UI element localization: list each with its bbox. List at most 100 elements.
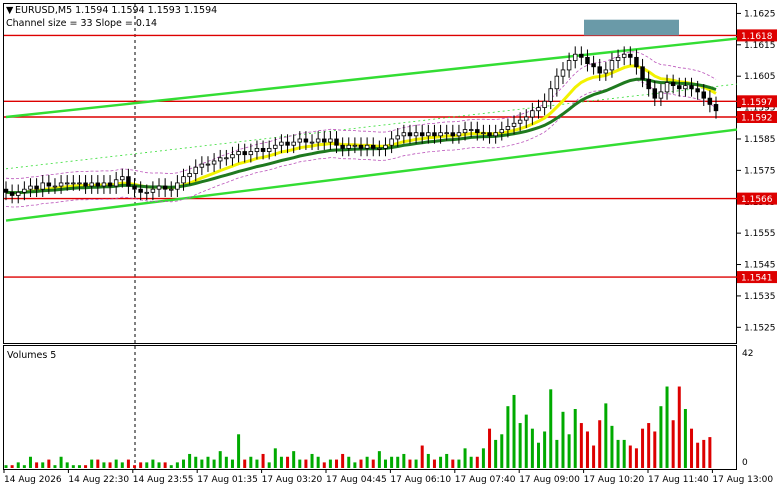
volume-bar bbox=[390, 456, 394, 468]
candle-body bbox=[352, 144, 358, 147]
volume-bar bbox=[408, 459, 412, 468]
volume-bar bbox=[169, 465, 173, 468]
volume-bar bbox=[59, 456, 63, 468]
candle-body bbox=[707, 97, 713, 105]
candle-body bbox=[634, 56, 639, 68]
volume-bar bbox=[445, 453, 449, 468]
candle-body bbox=[279, 141, 284, 146]
volume-bar bbox=[347, 456, 351, 468]
volume-bar bbox=[414, 459, 418, 468]
candle-body bbox=[377, 147, 382, 150]
candle-body bbox=[83, 182, 88, 187]
candle-body bbox=[566, 60, 572, 71]
volume-bar bbox=[224, 456, 228, 468]
volume-bar bbox=[84, 465, 88, 468]
volume-bar bbox=[341, 453, 345, 468]
volume-bar bbox=[420, 445, 424, 468]
volume-bar bbox=[335, 459, 339, 468]
volume-bar bbox=[279, 456, 283, 468]
candle-body bbox=[346, 144, 351, 149]
volume-bar bbox=[383, 459, 387, 468]
time-tick-label: 17 Aug 11:40 bbox=[648, 475, 709, 485]
candle-body bbox=[132, 185, 137, 190]
volume-bar bbox=[230, 459, 234, 468]
time-tick-label: 17 Aug 13:00 bbox=[712, 475, 773, 485]
candle-body bbox=[554, 75, 560, 90]
volume-bar bbox=[28, 456, 32, 468]
channel-info-line: Channel size = 33 Slope = 0.14 bbox=[6, 18, 157, 29]
volume-bar bbox=[273, 448, 277, 468]
volume-bar bbox=[494, 439, 498, 468]
volumes-title: Volumes 5 bbox=[7, 350, 56, 361]
volume-bar bbox=[151, 459, 155, 468]
volume-bar bbox=[702, 439, 706, 468]
volume-bar bbox=[634, 448, 638, 468]
candle-body bbox=[236, 151, 241, 156]
volume-bar bbox=[475, 456, 479, 468]
candle-body bbox=[315, 138, 321, 143]
candle-body bbox=[548, 88, 553, 102]
candle-body bbox=[536, 107, 541, 112]
candle-body bbox=[144, 191, 150, 194]
price-tick-label: 1.1555 bbox=[744, 229, 776, 239]
time-tick-label: 14 Aug 22:30 bbox=[68, 475, 129, 485]
volume-bar bbox=[371, 459, 375, 468]
candle-body bbox=[40, 182, 45, 190]
volume-bar bbox=[549, 389, 553, 468]
volume-bar bbox=[77, 465, 81, 468]
volume-bar bbox=[328, 459, 332, 468]
candle-body bbox=[169, 188, 174, 191]
candle-body bbox=[138, 188, 143, 193]
candle-body bbox=[572, 53, 578, 61]
volume-bar bbox=[402, 453, 406, 468]
resistance-zone bbox=[584, 19, 679, 36]
candle-body bbox=[475, 129, 480, 134]
volume-bar bbox=[133, 465, 137, 468]
candle-body bbox=[413, 132, 419, 137]
time-tick-label: 17 Aug 07:40 bbox=[455, 475, 516, 485]
volume-bar bbox=[114, 459, 118, 468]
volume-bar bbox=[316, 456, 320, 468]
volume-bar bbox=[457, 459, 461, 468]
price-tick-label: 1.1545 bbox=[744, 261, 776, 271]
candle-body bbox=[34, 185, 39, 190]
volume-bar bbox=[96, 459, 100, 468]
volume-bar bbox=[188, 453, 192, 468]
candle-body bbox=[273, 144, 278, 149]
volume-bar bbox=[53, 465, 57, 468]
candle-body bbox=[499, 129, 505, 134]
volume-bar bbox=[439, 456, 443, 468]
candle-body bbox=[597, 66, 602, 74]
candle-body bbox=[603, 69, 609, 74]
candle-body bbox=[609, 60, 615, 71]
candle-body bbox=[175, 182, 180, 190]
candle-body bbox=[162, 185, 168, 190]
candle-body bbox=[407, 132, 413, 137]
candle-body bbox=[438, 132, 443, 137]
candle-body bbox=[432, 132, 437, 137]
time-tick-label: 17 Aug 03:20 bbox=[262, 475, 323, 485]
volume-bar bbox=[512, 394, 516, 468]
level-price-tag-label: 1.1566 bbox=[741, 195, 773, 205]
volume-bar bbox=[598, 420, 602, 468]
chart-menu-arrow-icon[interactable]: ▼ bbox=[6, 5, 14, 16]
time-tick-label: 14 Aug 23:55 bbox=[133, 475, 194, 485]
price-tick-label: 1.1605 bbox=[744, 72, 776, 82]
candle-body bbox=[291, 141, 296, 146]
symbol-ohlc-line: EURUSD,M5 1.1594 1.1594 1.1593 1.1594 bbox=[15, 5, 217, 16]
candle-body bbox=[664, 82, 670, 93]
candle-body bbox=[713, 104, 719, 112]
volume-bar bbox=[353, 462, 357, 468]
candle-body bbox=[309, 141, 315, 144]
volume-bar bbox=[396, 456, 400, 468]
candle-body bbox=[481, 132, 486, 135]
candle-body bbox=[187, 173, 192, 178]
candle-body bbox=[107, 182, 113, 187]
volume-bar bbox=[604, 403, 608, 468]
volume-bar bbox=[463, 448, 467, 468]
candle-body bbox=[58, 182, 64, 187]
candle-body bbox=[444, 132, 449, 135]
candle-body bbox=[46, 182, 52, 187]
volume-bar bbox=[16, 462, 20, 468]
eurusd-chart[interactable]: 1.16251.16151.16051.15951.15851.15751.15… bbox=[0, 0, 781, 489]
